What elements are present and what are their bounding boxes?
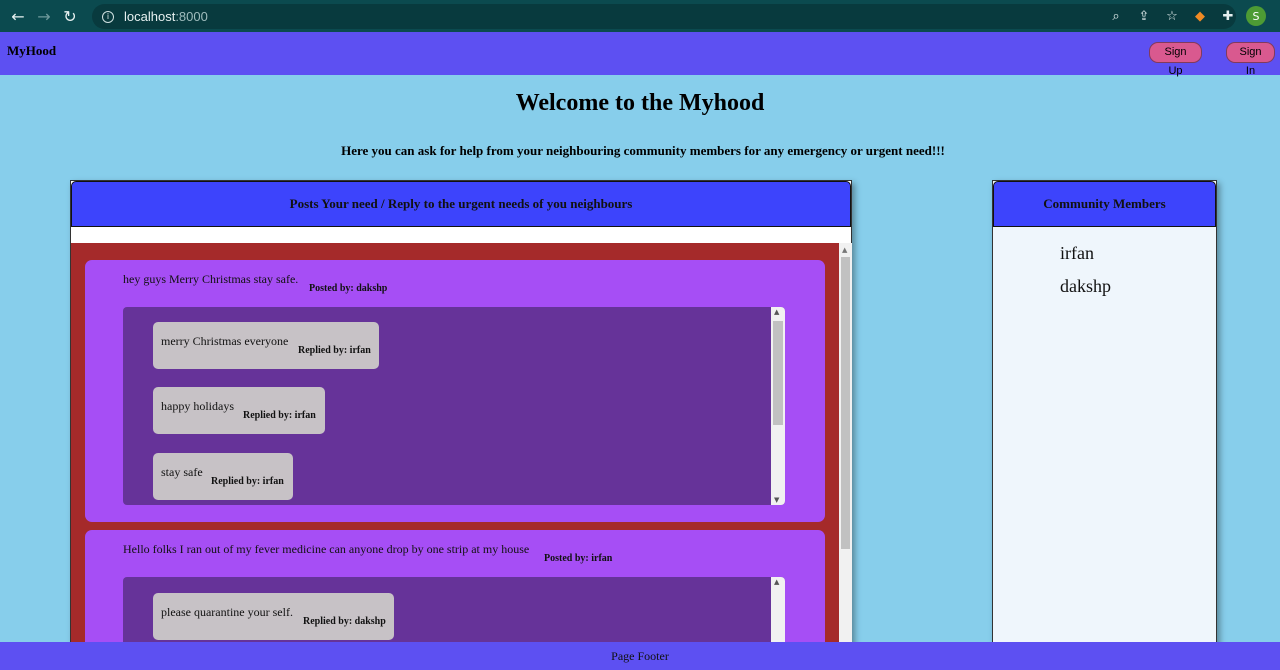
reply-card: stay safe Replied by: irfan xyxy=(153,453,293,500)
post-text: Hello folks I ran out of my fever medici… xyxy=(123,542,530,556)
browser-toolbar: ← → ↻ i localhost:8000 ⌕ ⇪ ☆ ◆ ✚ S xyxy=(0,0,1280,32)
reply-card: happy holidays Replied by: irfan xyxy=(153,387,325,434)
bookmark-star-icon[interactable]: ☆ xyxy=(1162,4,1182,28)
reply-author: Replied by: irfan xyxy=(243,410,316,421)
zoom-icon[interactable]: ⌕ xyxy=(1106,4,1126,28)
brand-logo-text[interactable]: MyHood xyxy=(7,43,56,59)
reply-text: stay safe xyxy=(161,465,203,479)
member-name: dakshp xyxy=(1060,276,1111,296)
post-card: hey guys Merry Christmas stay safe. Post… xyxy=(85,260,825,522)
metamask-extension-icon[interactable]: ◆ xyxy=(1190,4,1210,28)
sign-in-button[interactable]: Sign In xyxy=(1226,42,1275,77)
reply-card: merry Christmas everyone Replied by: irf… xyxy=(153,322,379,369)
scroll-up-arrow-icon[interactable]: ▲ xyxy=(774,308,779,316)
page-footer: Page Footer xyxy=(0,642,1280,670)
profile-avatar[interactable]: S xyxy=(1246,6,1266,26)
community-members-panel: Community Members irfan dakshp xyxy=(992,180,1217,660)
site-info-icon[interactable]: i xyxy=(102,10,114,23)
replies-list: merry Christmas everyone Replied by: irf… xyxy=(123,307,785,505)
post-author: Posted by: irfan xyxy=(544,553,613,564)
scrollbar-thumb[interactable] xyxy=(773,321,783,425)
reply-author: Replied by: irfan xyxy=(211,476,284,487)
scrollbar-thumb[interactable] xyxy=(841,257,850,549)
page-subtitle: Here you can ask for help from your neig… xyxy=(341,143,945,158)
replies-scrollbar[interactable]: ▲ ▼ xyxy=(771,307,785,505)
member-name: irfan xyxy=(1060,243,1094,263)
feed-scrollbar[interactable]: ▲ xyxy=(839,243,852,663)
url-host: localhost xyxy=(124,9,176,24)
scroll-up-arrow-icon[interactable]: ▲ xyxy=(774,578,779,586)
post-author: Posted by: dakshp xyxy=(309,283,388,294)
reply-card: please quarantine your self. Replied by:… xyxy=(153,593,394,640)
posts-feed: hey guys Merry Christmas stay safe. Post… xyxy=(71,243,839,663)
forward-icon[interactable]: → xyxy=(31,3,57,29)
post-text: hey guys Merry Christmas stay safe. xyxy=(123,272,299,286)
sign-up-button[interactable]: Sign Up xyxy=(1149,42,1202,77)
page-title: Welcome to the Myhood xyxy=(515,90,765,116)
members-panel-heading: Community Members xyxy=(993,181,1216,227)
reload-icon[interactable]: ↻ xyxy=(57,3,83,29)
reply-author: Replied by: irfan xyxy=(298,345,371,356)
reply-text: please quarantine your self. xyxy=(161,605,293,619)
address-bar[interactable]: i localhost:8000 xyxy=(92,4,1236,29)
url-port: :8000 xyxy=(175,9,208,24)
scroll-up-arrow-icon[interactable]: ▲ xyxy=(842,246,847,254)
posts-panel-heading: Posts Your need / Reply to the urgent ne… xyxy=(71,181,851,227)
posts-panel: Posts Your need / Reply to the urgent ne… xyxy=(70,180,852,663)
share-icon[interactable]: ⇪ xyxy=(1134,4,1154,28)
reply-author: Replied by: dakshp xyxy=(303,616,386,627)
back-icon[interactable]: ← xyxy=(5,3,31,29)
reply-text: merry Christmas everyone xyxy=(161,334,289,348)
app-header: MyHood Sign Up Sign In xyxy=(0,32,1280,77)
scroll-down-arrow-icon[interactable]: ▼ xyxy=(774,496,779,504)
extensions-puzzle-icon[interactable]: ✚ xyxy=(1218,4,1238,28)
reply-text: happy holidays xyxy=(161,399,234,413)
